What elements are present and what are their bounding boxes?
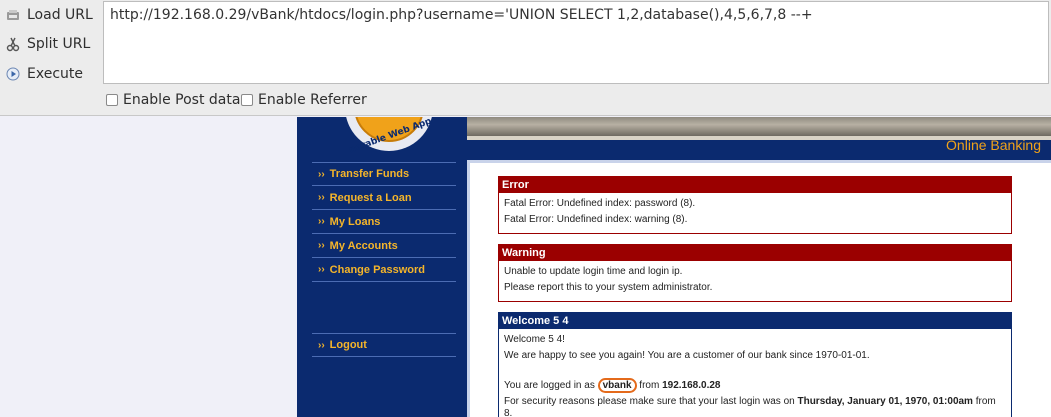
url-textarea[interactable]: http://192.168.0.29/vBank/htdocs/login.p… xyxy=(103,1,1049,84)
execute-button[interactable]: Execute xyxy=(0,60,100,88)
vbank-page: nerable Web App Online Banking ›› Transf… xyxy=(297,117,1051,417)
error-line: Fatal Error: Undefined index: warning (8… xyxy=(504,214,688,225)
logged-in-text: You are logged in as vbank from 192.168.… xyxy=(504,378,721,393)
welcome-happy-text: We are happy to see you again! You are a… xyxy=(504,350,870,361)
checkbox-box[interactable] xyxy=(106,94,118,106)
enable-post-label: Enable Post data xyxy=(123,92,241,108)
checkbox-box[interactable] xyxy=(241,94,253,106)
error-title: Error xyxy=(499,177,1011,193)
main-content: Error Fatal Error: Undefined index: pass… xyxy=(467,160,1051,417)
logged-in-username: vbank xyxy=(597,378,637,393)
sidebar-item-label: My Loans xyxy=(329,215,381,228)
welcome-panel: Welcome 5 4 Welcome 5 4! We are happy to… xyxy=(498,312,1012,417)
hackbar-toolbar: Load URL Split URL Execute http://192.16… xyxy=(0,0,1051,116)
chevron-right-icon: ›› xyxy=(318,168,325,180)
welcome-greeting: Welcome 5 4! xyxy=(504,334,565,345)
banner-photo xyxy=(467,117,1051,136)
sidebar-item-label: Logout xyxy=(329,339,367,351)
chevron-right-icon: ›› xyxy=(318,240,325,251)
sidebar-nav: ›› Transfer Funds ›› Request a Loan ›› M… xyxy=(312,162,456,282)
warning-title: Warning xyxy=(499,245,1011,261)
warning-panel: Warning Unable to update login time and … xyxy=(498,244,1012,302)
enable-post-checkbox[interactable]: Enable Post data xyxy=(106,92,240,108)
sidebar-item-label: Transfer Funds xyxy=(329,168,410,180)
error-line: Fatal Error: Undefined index: password (… xyxy=(504,198,696,209)
play-icon xyxy=(0,66,26,82)
sidebar-item-logout[interactable]: ›› Logout xyxy=(312,333,456,357)
sidebar-item-transfer-funds[interactable]: ›› Transfer Funds xyxy=(312,162,456,186)
chevron-right-icon: ›› xyxy=(318,192,325,203)
chevron-right-icon: ›› xyxy=(318,264,325,275)
chevron-right-icon: ›› xyxy=(318,339,325,351)
load-url-icon xyxy=(0,7,26,23)
sidebar-item-my-loans[interactable]: ›› My Loans xyxy=(312,210,456,234)
online-banking-title: Online Banking xyxy=(946,137,1041,153)
logged-in-ip: 192.168.0.28 xyxy=(662,380,721,391)
enable-referrer-label: Enable Referrer xyxy=(258,92,367,108)
chevron-right-icon: ›› xyxy=(318,216,325,227)
error-panel: Error Fatal Error: Undefined index: pass… xyxy=(498,176,1012,234)
sidebar-item-change-password[interactable]: ›› Change Password xyxy=(312,258,456,282)
sidebar-item-label: Change Password xyxy=(329,263,426,276)
load-url-label: Load URL xyxy=(27,7,93,23)
split-url-label: Split URL xyxy=(27,36,91,52)
logo: nerable Web App xyxy=(319,117,441,155)
warning-line: Please report this to your system admini… xyxy=(504,282,713,293)
load-url-button[interactable]: Load URL xyxy=(0,1,100,29)
security-text: For security reasons please make sure th… xyxy=(504,396,996,417)
split-url-button[interactable]: Split URL xyxy=(0,30,100,58)
enable-referrer-checkbox[interactable]: Enable Referrer xyxy=(241,92,367,108)
execute-label: Execute xyxy=(27,66,83,82)
welcome-title: Welcome 5 4 xyxy=(499,313,1011,329)
sidebar-item-label: My Accounts xyxy=(329,239,398,252)
sidebar-item-label: Request a Loan xyxy=(329,191,412,204)
sidebar-item-my-accounts[interactable]: ›› My Accounts xyxy=(312,234,456,258)
warning-line: Unable to update login time and login ip… xyxy=(504,266,683,277)
last-login-date: Thursday, January 01, 1970, 01:00am xyxy=(797,396,973,407)
scissors-icon xyxy=(0,36,26,52)
sidebar-item-request-loan[interactable]: ›› Request a Loan xyxy=(312,186,456,210)
